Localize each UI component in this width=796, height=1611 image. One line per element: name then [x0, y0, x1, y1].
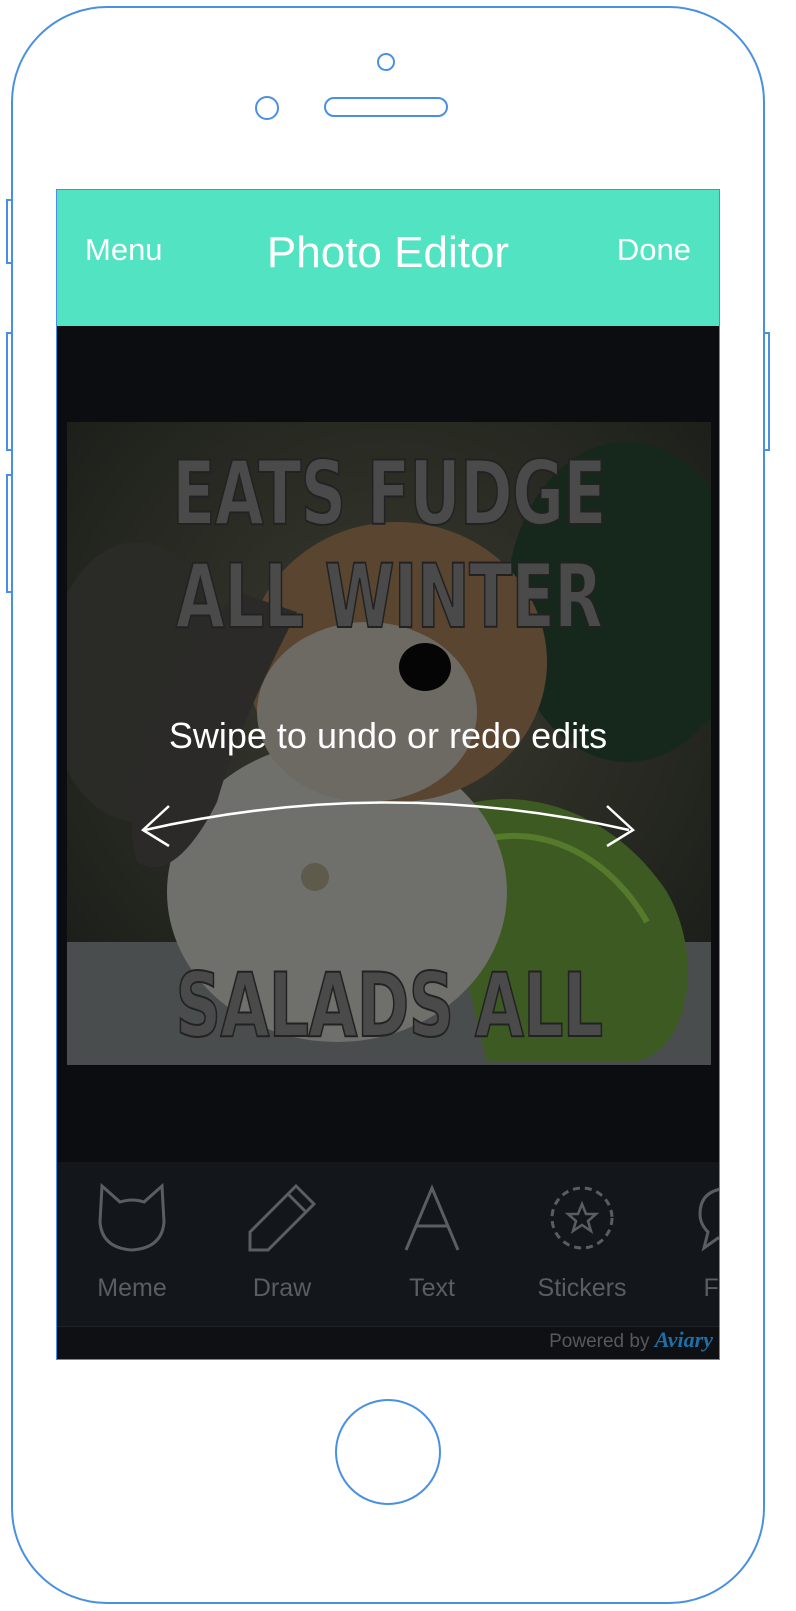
- nav-bar: Menu Photo Editor Done: [57, 190, 719, 326]
- cat-icon: [98, 1182, 166, 1252]
- tool-bar: Meme Draw Text Stickers F: [57, 1162, 719, 1330]
- swipe-arrow-icon: [140, 801, 636, 848]
- tool-label: Meme: [97, 1274, 167, 1302]
- aviary-logo: Aviary: [654, 1327, 713, 1352]
- swipe-hint-label: Swipe to undo or redo edits: [168, 715, 608, 756]
- tool-label: Feed: [703, 1274, 720, 1302]
- tool-stickers[interactable]: Stickers: [507, 1162, 657, 1330]
- speech-bubble-icon: [698, 1187, 719, 1252]
- tool-text[interactable]: Text: [357, 1162, 507, 1330]
- powered-by-credit: Powered by Aviary: [549, 1327, 713, 1357]
- tool-label: Text: [409, 1274, 455, 1302]
- tool-draw[interactable]: Draw: [207, 1162, 357, 1330]
- tool-label: Stickers: [537, 1274, 627, 1302]
- meme-bottom-text: SALADS ALL SPRING: [175, 953, 604, 1065]
- text-icon: [404, 1184, 460, 1251]
- footer-bar: Powered by Aviary: [57, 1326, 719, 1359]
- powered-by-label: Powered by: [549, 1331, 650, 1352]
- pencil-icon: [248, 1183, 317, 1252]
- tool-feed[interactable]: Feed: [657, 1162, 720, 1330]
- meme-top-text: EATS FUDGE ALL WINTER: [171, 441, 607, 649]
- done-button[interactable]: Done: [617, 232, 691, 268]
- tool-label: Draw: [252, 1274, 312, 1302]
- tool-meme[interactable]: Meme: [57, 1162, 207, 1330]
- star-sticker-icon: [550, 1186, 614, 1250]
- app-screen: Menu Photo Editor Done EATS FUDGE ALL WI…: [56, 189, 720, 1360]
